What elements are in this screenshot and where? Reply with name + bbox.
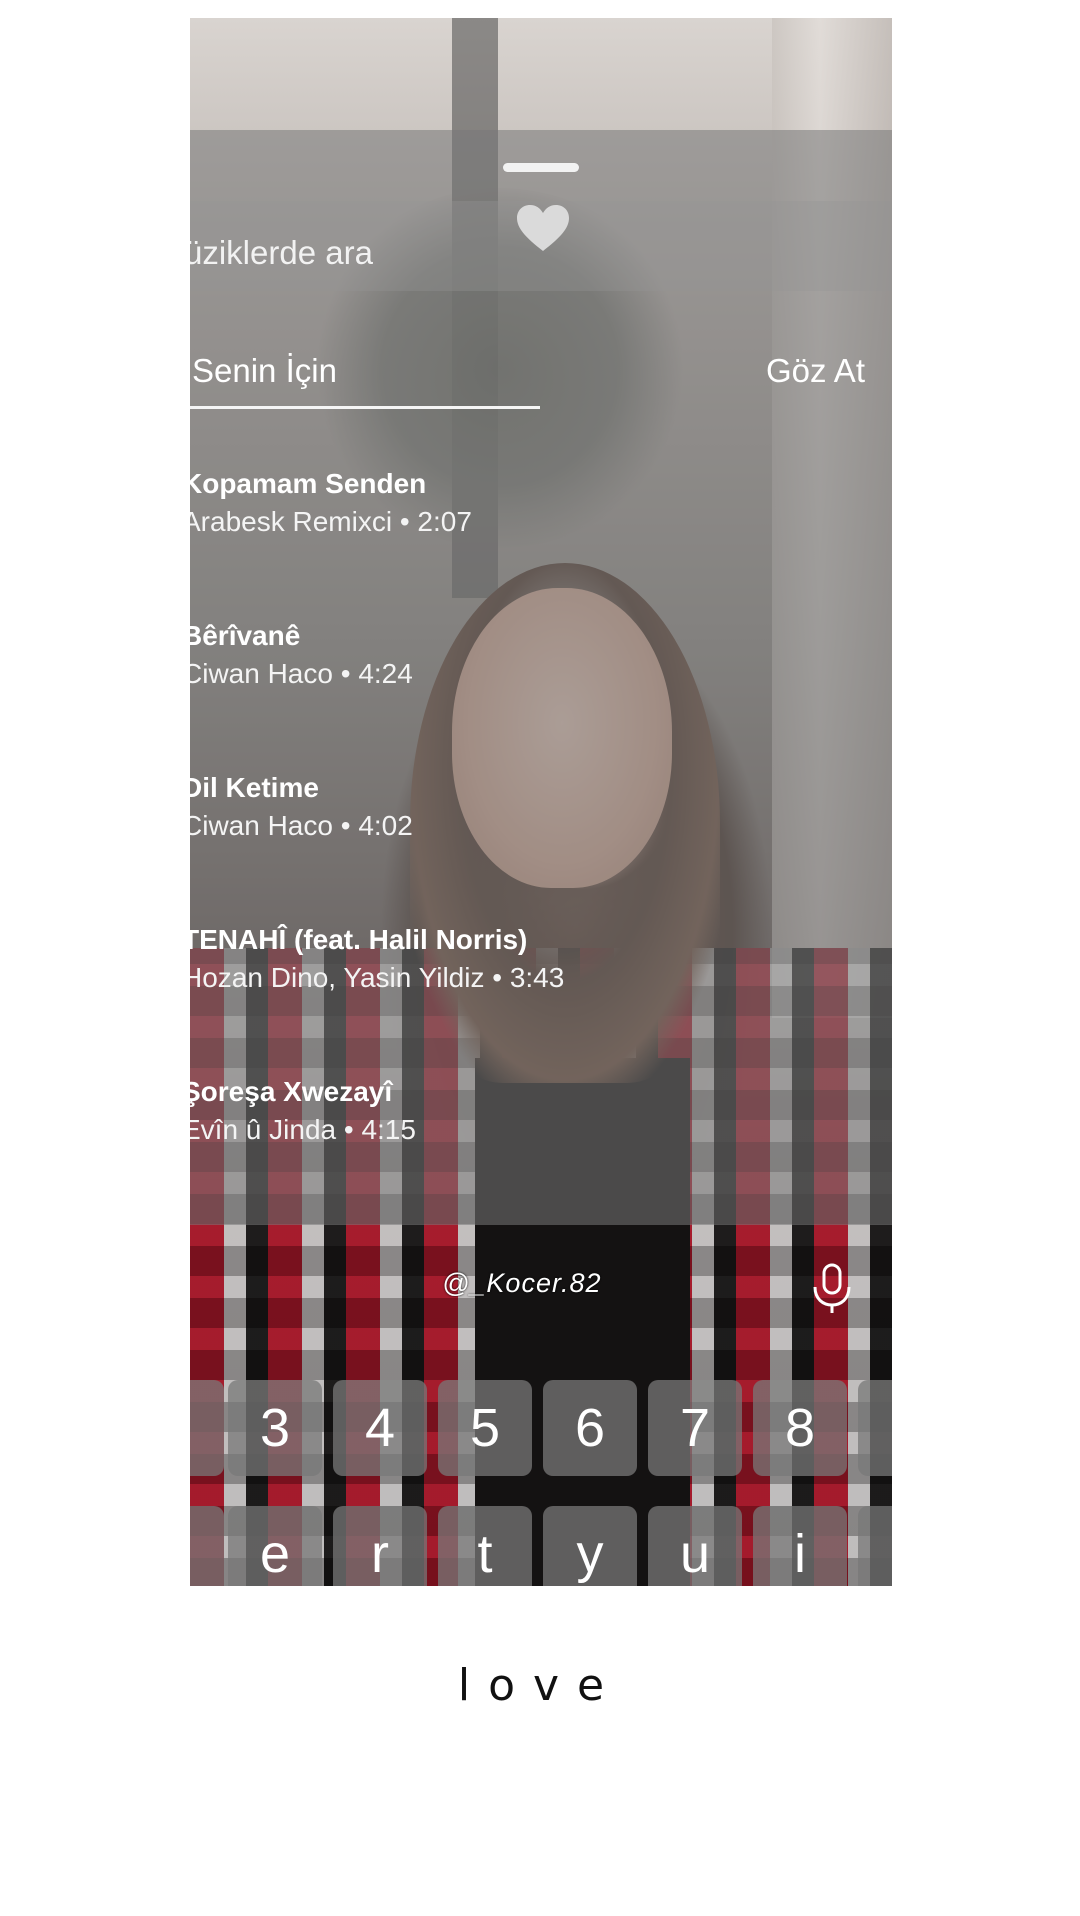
microphone-icon[interactable] bbox=[810, 1263, 854, 1315]
keyboard-key[interactable]: i bbox=[753, 1506, 847, 1586]
keyboard-key[interactable]: 5 bbox=[438, 1380, 532, 1476]
keyboard-letter-row: e r t y u i bbox=[190, 1506, 892, 1586]
story-frame: üziklerde ara Senin İçin Göz At Kopamam … bbox=[190, 18, 892, 1586]
song-meta: Ciwan Haco • 4:02 bbox=[190, 810, 413, 841]
sheet-grabber[interactable] bbox=[503, 163, 579, 172]
song-item[interactable]: Bêrîvanê Ciwan Haco • 4:24 bbox=[190, 618, 413, 694]
keyboard-key[interactable]: r bbox=[333, 1506, 427, 1586]
keyboard-key[interactable]: 4 bbox=[333, 1380, 427, 1476]
keyboard-key[interactable] bbox=[858, 1380, 892, 1476]
song-title: TENAHÎ (feat. Halil Norris) bbox=[190, 924, 528, 955]
keyboard-key[interactable]: u bbox=[648, 1506, 742, 1586]
song-title: Dil Ketime bbox=[190, 772, 319, 803]
search-input[interactable]: üziklerde ara bbox=[190, 234, 373, 272]
tab-browse[interactable]: Göz At bbox=[766, 352, 865, 390]
keyboard-key[interactable]: e bbox=[228, 1506, 322, 1586]
song-item[interactable]: Kopamam Senden Arabesk Remixci • 2:07 bbox=[190, 466, 472, 542]
song-title: Bêrîvanê bbox=[190, 620, 301, 651]
keyboard-key[interactable]: 8 bbox=[753, 1380, 847, 1476]
keyboard-key[interactable] bbox=[858, 1506, 892, 1586]
keyboard-key[interactable]: y bbox=[543, 1506, 637, 1586]
tab-for-you[interactable]: Senin İçin bbox=[192, 352, 337, 390]
song-meta: Evîn û Jinda • 4:15 bbox=[190, 1114, 416, 1145]
song-title: Kopamam Senden bbox=[190, 468, 427, 499]
keyboard-key[interactable]: t bbox=[438, 1506, 532, 1586]
caption-text: love bbox=[457, 1660, 623, 1711]
keyboard-number-row: 3 4 5 6 7 8 bbox=[190, 1380, 892, 1500]
song-meta: Arabesk Remixci • 2:07 bbox=[190, 506, 472, 537]
song-title: Şoreşa Xwezayî bbox=[190, 1076, 393, 1107]
keyboard-key[interactable]: 6 bbox=[543, 1380, 637, 1476]
song-item[interactable]: Şoreşa Xwezayî Evîn û Jinda • 4:15 bbox=[190, 1074, 416, 1150]
song-meta: Hozan Dino, Yasin Yildiz • 3:43 bbox=[190, 962, 565, 993]
keyboard-key[interactable] bbox=[190, 1506, 224, 1586]
active-tab-indicator bbox=[190, 406, 540, 409]
keyboard-key[interactable]: 3 bbox=[228, 1380, 322, 1476]
keyboard-key[interactable]: 7 bbox=[648, 1380, 742, 1476]
song-meta: Ciwan Haco • 4:24 bbox=[190, 658, 413, 689]
song-item[interactable]: TENAHÎ (feat. Halil Norris) Hozan Dino, … bbox=[190, 922, 564, 998]
song-item[interactable]: Dil Ketime Ciwan Haco • 4:02 bbox=[190, 770, 413, 846]
keyboard-key[interactable] bbox=[190, 1380, 224, 1476]
username-sticker: @_Kocer.82 bbox=[442, 1268, 602, 1298]
